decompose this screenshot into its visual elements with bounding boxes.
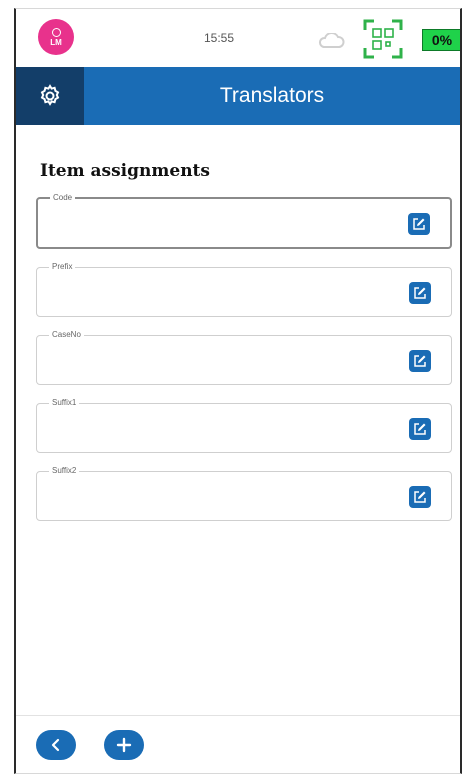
field-code[interactable]: Code — [36, 192, 452, 249]
edit-icon — [414, 423, 426, 435]
prefix-input[interactable] — [47, 278, 387, 308]
field-label: CaseNo — [49, 329, 84, 341]
field-label: Prefix — [49, 261, 76, 273]
suffix2-input[interactable] — [47, 482, 387, 512]
edit-caseno-button[interactable] — [409, 350, 431, 372]
edit-code-button[interactable] — [408, 213, 430, 235]
field-label: Suffix1 — [49, 397, 80, 409]
field-suffix1[interactable]: Suffix1 — [36, 397, 452, 453]
field-label: Suffix2 — [49, 465, 80, 477]
battery-indicator: 0% — [422, 29, 460, 51]
caseno-input[interactable] — [47, 346, 387, 376]
edit-icon — [413, 218, 425, 230]
edit-suffix1-button[interactable] — [409, 418, 431, 440]
gear-icon — [40, 84, 60, 106]
status-time: 15:55 — [204, 31, 235, 45]
suffix1-input[interactable] — [47, 414, 387, 444]
add-icon — [116, 737, 132, 753]
edit-icon — [414, 287, 426, 299]
field-caseno[interactable]: CaseNo — [36, 329, 452, 385]
app-header: Translators — [16, 67, 460, 125]
bottom-toolbar — [16, 715, 460, 773]
edit-icon — [414, 491, 426, 503]
back-button[interactable] — [36, 730, 76, 760]
back-icon — [51, 738, 60, 752]
edit-prefix-button[interactable] — [409, 282, 431, 304]
status-bar: LM 15:55 0% — [16, 9, 460, 67]
edit-suffix2-button[interactable] — [409, 486, 431, 508]
code-input[interactable] — [48, 209, 388, 239]
page-title: Translators — [219, 84, 325, 107]
user-avatar[interactable]: LM — [38, 19, 74, 55]
qr-code-icon[interactable] — [363, 19, 403, 59]
person-icon — [51, 27, 61, 37]
edit-icon — [414, 355, 426, 367]
field-prefix[interactable]: Prefix — [36, 261, 452, 317]
settings-button[interactable] — [16, 67, 84, 125]
field-suffix2[interactable]: Suffix2 — [36, 465, 452, 521]
cloud-icon — [318, 33, 345, 48]
avatar-initials: LM — [50, 37, 62, 47]
field-label: Code — [50, 192, 76, 204]
app-screen: LM 15:55 0% Translators Item assignments… — [14, 8, 462, 774]
add-button[interactable] — [104, 730, 144, 760]
section-title: Item assignments — [40, 161, 210, 181]
